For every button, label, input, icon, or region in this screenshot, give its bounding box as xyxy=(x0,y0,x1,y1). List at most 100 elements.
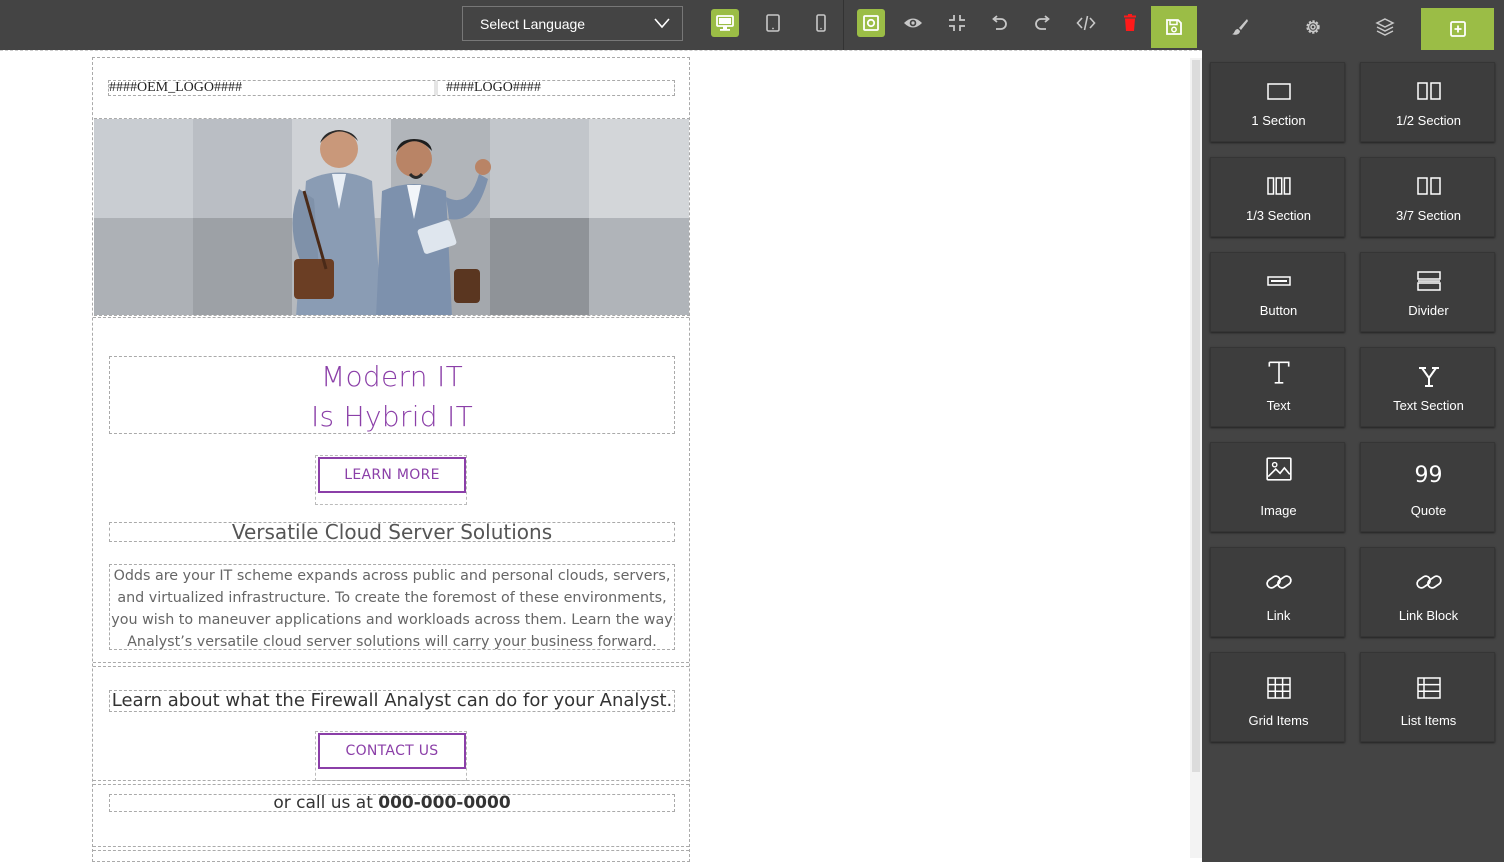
link-icon xyxy=(1265,575,1292,589)
compress-icon xyxy=(949,15,965,31)
mobile-view-button[interactable] xyxy=(807,9,835,37)
half-section-icon xyxy=(1416,82,1441,100)
block-quote[interactable]: 99 Quote xyxy=(1360,442,1495,532)
contact-button-wrapper: CONTACT US xyxy=(315,731,467,781)
headline-line-2[interactable]: Is Hybrid IT xyxy=(110,397,674,437)
desktop-icon xyxy=(716,15,734,31)
text-icon xyxy=(1268,361,1289,384)
preview-button[interactable] xyxy=(899,9,927,37)
block-list-items[interactable]: List Items xyxy=(1360,652,1495,742)
block-label: Link Block xyxy=(1398,608,1459,623)
section-divider xyxy=(93,784,689,785)
block-label: Button xyxy=(1259,303,1298,318)
desktop-view-button[interactable] xyxy=(711,9,739,37)
text-section-icon xyxy=(1418,367,1439,387)
section-divider xyxy=(93,846,689,847)
learn-more-button-wrapper: LEARN MORE xyxy=(315,455,467,505)
block-third-section[interactable]: 1/3 Section xyxy=(1210,157,1345,237)
code-view-button[interactable] xyxy=(1072,9,1100,37)
learn-more-button[interactable]: LEARN MORE xyxy=(318,457,466,493)
block-label: Divider xyxy=(1408,303,1449,318)
block-text-section[interactable]: Text Section xyxy=(1360,347,1495,427)
column-divider xyxy=(434,81,438,95)
block-label: 1/2 Section xyxy=(1395,113,1462,128)
learn-about-text[interactable]: Learn about what the Firewall Analyst ca… xyxy=(109,690,675,712)
block-button[interactable]: Button xyxy=(1210,252,1345,332)
call-prefix: or call us at xyxy=(273,793,379,813)
headline-block[interactable]: Modern IT Is Hybrid IT xyxy=(109,356,675,434)
chevron-down-icon xyxy=(654,18,670,29)
phone-number: 000-000-0000 xyxy=(378,793,511,813)
redo-icon xyxy=(1035,15,1050,30)
three-seven-section-icon xyxy=(1416,177,1441,195)
list-items-icon xyxy=(1416,677,1441,699)
divider-icon xyxy=(1416,271,1441,291)
block-image[interactable]: Image xyxy=(1210,442,1345,532)
button-icon xyxy=(1266,276,1291,286)
gear-icon xyxy=(1306,20,1320,34)
block-text[interactable]: Text xyxy=(1210,347,1345,427)
language-select-label: Select Language xyxy=(480,15,586,32)
canvas-scrollbar-thumb[interactable] xyxy=(1192,60,1200,772)
body-paragraph[interactable]: Odds are your IT scheme expands across p… xyxy=(109,564,675,650)
settings-tab[interactable] xyxy=(1293,8,1333,46)
businessmen-illustration xyxy=(292,130,491,315)
image-icon xyxy=(1265,457,1292,481)
subheading[interactable]: Versatile Cloud Server Solutions xyxy=(109,522,675,542)
email-template[interactable]: ####OEM_LOGO#### ####LOGO#### Modern IT … xyxy=(92,57,690,862)
block-half-section[interactable]: 1/2 Section xyxy=(1360,62,1495,142)
block-label: Text xyxy=(1266,398,1291,413)
toolbar-divider xyxy=(843,0,844,50)
eye-icon xyxy=(904,18,922,28)
quote-icon: 99 xyxy=(1414,463,1443,488)
layers-icon xyxy=(1375,18,1395,36)
style-manager-tab[interactable] xyxy=(1220,8,1260,46)
oem-logo-placeholder[interactable]: ####OEM_LOGO#### xyxy=(109,80,242,96)
block-1-section[interactable]: 1 Section xyxy=(1210,62,1345,142)
block-three-seven-section[interactable]: 3/7 Section xyxy=(1360,157,1495,237)
section-divider xyxy=(93,317,689,318)
block-label: Link xyxy=(1266,608,1291,623)
block-grid-items[interactable]: Grid Items xyxy=(1210,652,1345,742)
blocks-tab[interactable] xyxy=(1421,8,1494,50)
block-label: Image xyxy=(1260,503,1297,518)
fullscreen-button[interactable] xyxy=(943,9,971,37)
section-divider xyxy=(93,850,689,851)
plus-square-icon xyxy=(1449,21,1466,37)
undo-icon xyxy=(992,15,1007,30)
paintbrush-icon xyxy=(1232,19,1248,35)
hero-image[interactable] xyxy=(94,118,690,316)
block-label: Quote xyxy=(1410,503,1447,518)
logo-row[interactable]: ####OEM_LOGO#### ####LOGO#### xyxy=(108,80,675,96)
block-label: 1/3 Section xyxy=(1245,208,1312,223)
tablet-view-button[interactable] xyxy=(759,9,787,37)
mobile-icon xyxy=(816,14,826,32)
trash-icon xyxy=(1124,14,1136,31)
blocks-panel: 1 Section 1/2 Section 1/3 Section 3/7 Se… xyxy=(1202,50,1504,862)
block-label: Grid Items xyxy=(1248,713,1309,728)
block-link[interactable]: Link xyxy=(1210,547,1345,637)
grid-items-icon xyxy=(1266,677,1291,699)
language-select[interactable]: Select Language xyxy=(462,6,683,41)
block-label: List Items xyxy=(1400,713,1457,728)
headline-line-1[interactable]: Modern IT xyxy=(110,357,674,397)
call-us-text[interactable]: or call us at 000-000-0000 xyxy=(109,794,675,812)
block-label: 1 Section xyxy=(1251,113,1306,128)
contact-us-button[interactable]: CONTACT US xyxy=(318,733,466,769)
block-divider[interactable]: Divider xyxy=(1360,252,1495,332)
section-divider xyxy=(93,666,689,667)
delete-button[interactable] xyxy=(1116,9,1144,37)
save-button[interactable] xyxy=(1151,6,1197,48)
block-label: Text Section xyxy=(1393,398,1464,413)
block-link-block[interactable]: Link Block xyxy=(1360,547,1495,637)
outline-icon xyxy=(863,15,879,31)
logo-placeholder[interactable]: ####LOGO#### xyxy=(446,80,541,96)
outline-view-button[interactable] xyxy=(857,9,885,37)
layer-manager-tab[interactable] xyxy=(1365,8,1405,46)
redo-button[interactable] xyxy=(1029,9,1057,37)
undo-button[interactable] xyxy=(985,9,1013,37)
one-section-icon xyxy=(1266,83,1291,100)
section-divider xyxy=(93,780,689,781)
top-toolbar: Select Language xyxy=(0,0,1504,50)
tablet-icon xyxy=(766,14,780,32)
